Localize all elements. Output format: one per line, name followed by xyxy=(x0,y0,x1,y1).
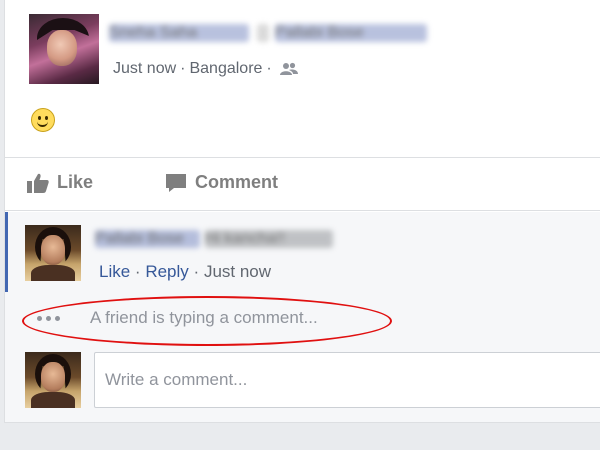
comment-timestamp[interactable]: Just now xyxy=(204,262,271,281)
post-meta: Just now · Bangalore · xyxy=(113,60,298,78)
post-author-avatar[interactable] xyxy=(29,14,99,84)
divider xyxy=(5,157,600,158)
like-button[interactable]: Like xyxy=(27,172,93,193)
write-comment-input[interactable] xyxy=(94,352,600,408)
avatar-face xyxy=(47,30,77,66)
typing-dots-icon xyxy=(37,315,60,321)
current-user-avatar xyxy=(25,352,81,408)
comment-button[interactable]: Comment xyxy=(165,172,278,193)
thumbs-up-icon xyxy=(27,173,49,193)
typing-indicator-text: A friend is typing a comment... xyxy=(90,308,318,327)
name-separator xyxy=(257,24,269,42)
tagged-friend-name[interactable]: Pallabi Bose xyxy=(275,24,427,42)
comment-bubble-icon xyxy=(166,173,186,192)
comment-actions: Like · Reply · Just now xyxy=(99,262,272,281)
post-timestamp[interactable]: Just now xyxy=(113,60,176,77)
typing-indicator: A friend is typing a comment... xyxy=(37,308,318,328)
post-location[interactable]: Bangalore xyxy=(189,60,262,77)
like-label: Like xyxy=(57,172,94,192)
active-comment-bar xyxy=(5,212,8,292)
comment-author-name[interactable]: Pallabi Bose xyxy=(95,230,200,248)
comment-reply-link[interactable]: Reply xyxy=(145,262,188,281)
commenter-avatar[interactable] xyxy=(25,225,81,281)
friends-icon[interactable] xyxy=(279,62,298,76)
comment-like-link[interactable]: Like xyxy=(99,262,130,281)
comment-label: Comment xyxy=(195,172,279,192)
post-author-name[interactable]: Sneha Saha xyxy=(109,24,249,42)
comment-text: Hi kancha!! xyxy=(205,230,333,248)
smiley-emoji-icon xyxy=(31,108,55,132)
divider xyxy=(5,210,600,211)
